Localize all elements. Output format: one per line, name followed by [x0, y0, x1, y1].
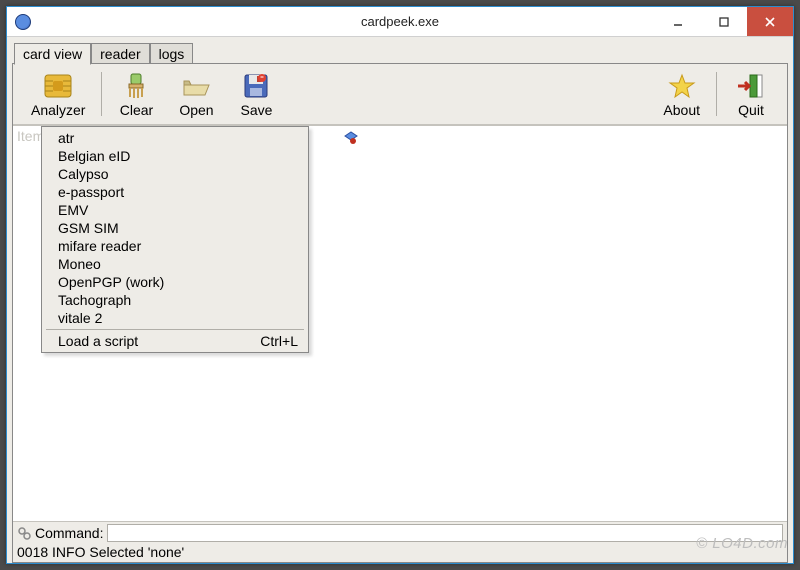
brush-icon: [120, 70, 152, 102]
menu-item-load-script[interactable]: Load a script Ctrl+L: [42, 332, 308, 350]
app-icon: [15, 14, 31, 30]
open-label: Open: [179, 102, 213, 118]
save-icon: [240, 70, 272, 102]
menu-item-gsm-sim[interactable]: GSM SIM: [42, 219, 308, 237]
link-icon: [17, 526, 31, 540]
toolbar-divider: [716, 72, 717, 116]
menu-item-moneo[interactable]: Moneo: [42, 255, 308, 273]
analyzer-menu: atr Belgian eID Calypso e-passport EMV G…: [41, 126, 309, 353]
tab-logs[interactable]: logs: [150, 43, 194, 64]
open-button[interactable]: Open: [166, 70, 226, 118]
save-button[interactable]: Save: [226, 70, 286, 118]
folder-open-icon: [180, 70, 212, 102]
titlebar: cardpeek.exe: [7, 7, 793, 37]
quit-label: Quit: [738, 102, 764, 118]
about-label: About: [663, 102, 700, 118]
star-icon: [666, 70, 698, 102]
toolbar-divider: [101, 72, 102, 116]
menu-item-vitale2[interactable]: vitale 2: [42, 309, 308, 327]
analyzer-button[interactable]: Analyzer: [19, 70, 97, 118]
command-label: Command:: [35, 525, 103, 541]
menu-item-e-passport[interactable]: e-passport: [42, 183, 308, 201]
menu-item-emv[interactable]: EMV: [42, 201, 308, 219]
tab-panel: Analyzer Clear Open: [12, 63, 788, 563]
clear-button[interactable]: Clear: [106, 70, 166, 118]
clear-label: Clear: [120, 102, 153, 118]
toolbar: Analyzer Clear Open: [13, 64, 787, 125]
maximize-button[interactable]: [701, 7, 747, 36]
exit-icon: [735, 70, 767, 102]
status-bar: Command: 0018 INFO Selected 'none': [13, 521, 787, 562]
save-label: Save: [241, 102, 273, 118]
menu-item-belgian-eid[interactable]: Belgian eID: [42, 147, 308, 165]
chip-icon: [42, 70, 74, 102]
card-icon: [343, 130, 359, 149]
analyzer-label: Analyzer: [31, 102, 85, 118]
minimize-button[interactable]: [655, 7, 701, 36]
menu-item-openpgp[interactable]: OpenPGP (work): [42, 273, 308, 291]
quit-button[interactable]: Quit: [721, 70, 781, 118]
about-button[interactable]: About: [651, 70, 712, 118]
menu-item-atr[interactable]: atr: [42, 129, 308, 147]
tab-reader[interactable]: reader: [91, 43, 149, 64]
menu-item-tachograph[interactable]: Tachograph: [42, 291, 308, 309]
close-button[interactable]: [747, 7, 793, 36]
content-area: card view reader logs Analyzer Clear: [7, 37, 793, 563]
tab-card-view[interactable]: card view: [14, 43, 91, 65]
tab-bar: card view reader logs: [12, 42, 788, 63]
shortcut-label: Ctrl+L: [260, 333, 298, 349]
menu-item-calypso[interactable]: Calypso: [42, 165, 308, 183]
main-area: Items Size Interpreted value atr Belgian…: [13, 125, 787, 521]
menu-item-mifare-reader[interactable]: mifare reader: [42, 237, 308, 255]
menu-separator: [46, 329, 304, 330]
status-log: 0018 INFO Selected 'none': [13, 544, 787, 562]
app-window: cardpeek.exe card view reader logs: [6, 6, 794, 564]
command-input[interactable]: [107, 524, 783, 542]
